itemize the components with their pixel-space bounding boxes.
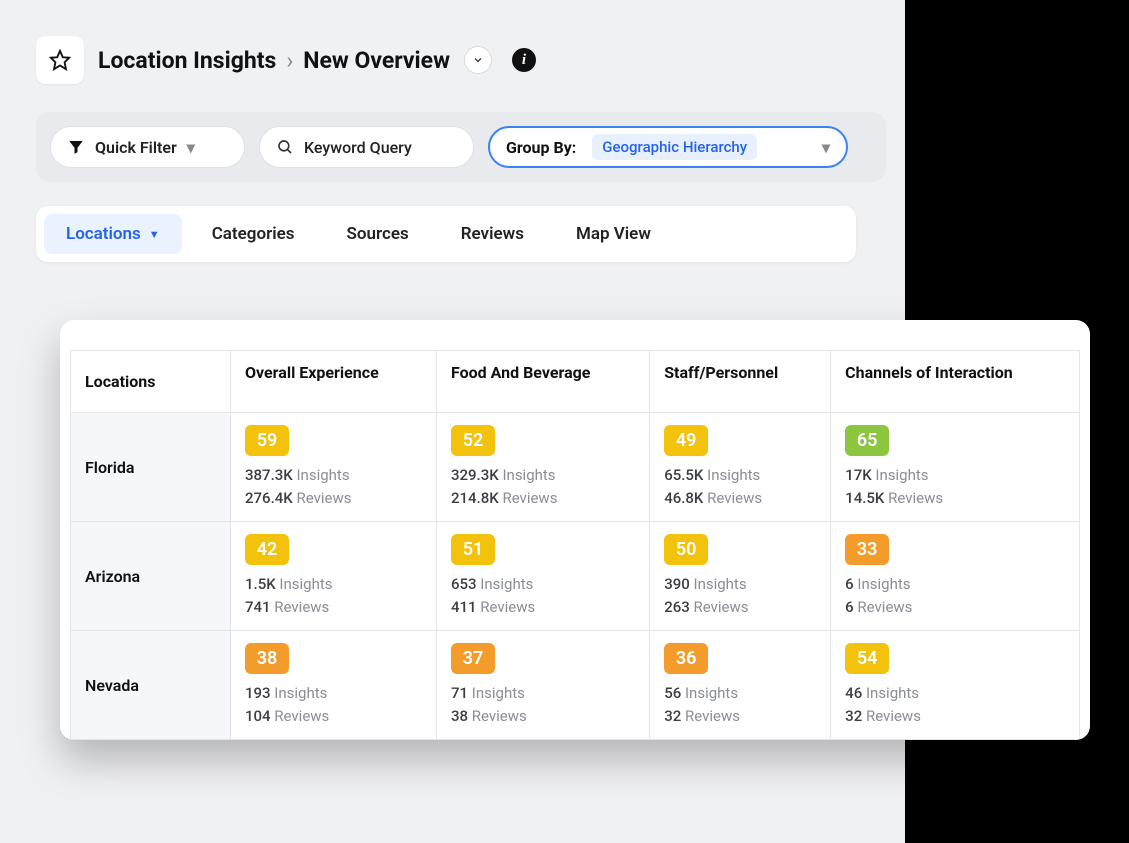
column-header[interactable]: Food And Beverage	[436, 351, 649, 413]
metric-sub: 390 Insights263 Reviews	[664, 573, 816, 618]
metric-cell[interactable]: 59 387.3K Insights276.4K Reviews	[231, 413, 437, 522]
group-by-value: Geographic Hierarchy	[592, 134, 757, 160]
score-badge: 38	[245, 643, 289, 674]
tab-locations[interactable]: Locations ▼	[44, 214, 182, 254]
caret-down-icon: ▾	[187, 138, 195, 157]
insights-table: LocationsOverall ExperienceFood And Beve…	[70, 350, 1080, 740]
tab-categories[interactable]: Categories	[190, 214, 317, 254]
metric-sub: 65.5K Insights46.8K Reviews	[664, 464, 816, 509]
metric-sub: 6 Insights6 Reviews	[845, 573, 1065, 618]
chevron-down-icon	[472, 54, 484, 66]
metric-cell[interactable]: 49 65.5K Insights46.8K Reviews	[650, 413, 831, 522]
score-badge: 59	[245, 425, 289, 456]
tab-label: Reviews	[461, 224, 524, 244]
tab-sources[interactable]: Sources	[325, 214, 431, 254]
score-badge: 42	[245, 534, 289, 565]
score-badge: 52	[451, 425, 495, 456]
metric-cell[interactable]: 42 1.5K Insights741 Reviews	[231, 522, 437, 631]
score-badge: 65	[845, 425, 889, 456]
funnel-icon	[67, 138, 85, 156]
tab-label: Locations	[66, 224, 141, 244]
score-badge: 49	[664, 425, 708, 456]
score-badge: 50	[664, 534, 708, 565]
quick-filter-button[interactable]: Quick Filter ▾	[50, 126, 245, 168]
column-header-locations: Locations	[71, 351, 231, 413]
info-icon[interactable]: i	[512, 48, 536, 72]
keyword-search[interactable]: Keyword Query	[259, 126, 474, 168]
tab-reviews[interactable]: Reviews	[439, 214, 546, 254]
metric-cell[interactable]: 65 17K Insights14.5K Reviews	[831, 413, 1080, 522]
score-badge: 37	[451, 643, 495, 674]
metric-cell[interactable]: 54 46 Insights32 Reviews	[831, 631, 1080, 740]
column-header[interactable]: Channels of Interaction	[831, 351, 1080, 413]
tabs-bar: Locations ▼ Categories Sources Reviews Map Vi…	[36, 206, 856, 262]
metric-cell[interactable]: 50 390 Insights263 Reviews	[650, 522, 831, 631]
tab-map-view[interactable]: Map View	[554, 214, 673, 254]
caret-down-icon: ▼	[149, 228, 160, 241]
score-badge: 33	[845, 534, 889, 565]
metric-sub: 653 Insights411 Reviews	[451, 573, 635, 618]
metric-sub: 56 Insights32 Reviews	[664, 682, 816, 727]
metric-sub: 387.3K Insights276.4K Reviews	[245, 464, 422, 509]
score-badge: 36	[664, 643, 708, 674]
keyword-placeholder: Keyword Query	[304, 138, 412, 157]
metric-cell[interactable]: 51 653 Insights411 Reviews	[436, 522, 649, 631]
column-header[interactable]: Staff/Personnel	[650, 351, 831, 413]
metric-sub: 17K Insights14.5K Reviews	[845, 464, 1065, 509]
tab-label: Categories	[212, 224, 295, 244]
search-icon	[276, 138, 294, 156]
quick-filter-label: Quick Filter	[95, 138, 177, 157]
table-row: Arizona 42 1.5K Insights741 Reviews 51 653 I…	[71, 522, 1080, 631]
location-cell[interactable]: Nevada	[71, 631, 231, 740]
chevron-right-icon: ›	[286, 47, 293, 74]
metric-sub: 71 Insights38 Reviews	[451, 682, 635, 727]
filter-bar: Quick Filter ▾ Keyword Query Group By: G…	[36, 112, 886, 182]
location-cell[interactable]: Arizona	[71, 522, 231, 631]
metric-cell[interactable]: 52 329.3K Insights214.8K Reviews	[436, 413, 649, 522]
favorite-button[interactable]	[36, 36, 84, 84]
data-card: LocationsOverall ExperienceFood And Beve…	[60, 320, 1090, 740]
metric-cell[interactable]: 36 56 Insights32 Reviews	[650, 631, 831, 740]
table-row: Florida 59 387.3K Insights276.4K Reviews 52…	[71, 413, 1080, 522]
metric-cell[interactable]: 37 71 Insights38 Reviews	[436, 631, 649, 740]
group-by-label: Group By:	[506, 138, 576, 157]
tab-label: Sources	[347, 224, 409, 244]
score-badge: 54	[845, 643, 889, 674]
metric-cell[interactable]: 33 6 Insights6 Reviews	[831, 522, 1080, 631]
metric-sub: 46 Insights32 Reviews	[845, 682, 1065, 727]
top-area: Location Insights › New Overview i Quick…	[0, 0, 905, 262]
column-header[interactable]: Overall Experience	[231, 351, 437, 413]
breadcrumb-root[interactable]: Location Insights	[98, 47, 276, 74]
group-by-select[interactable]: Group By: Geographic Hierarchy ▾	[488, 126, 848, 168]
breadcrumb-row: Location Insights › New Overview i	[36, 36, 869, 84]
table-row: Nevada 38 193 Insights104 Reviews 37 71 Insi…	[71, 631, 1080, 740]
caret-down-icon: ▾	[822, 138, 830, 157]
star-icon	[49, 49, 71, 71]
breadcrumb-current[interactable]: New Overview	[303, 47, 450, 74]
metric-sub: 329.3K Insights214.8K Reviews	[451, 464, 635, 509]
location-cell[interactable]: Florida	[71, 413, 231, 522]
metric-sub: 193 Insights104 Reviews	[245, 682, 422, 727]
metric-sub: 1.5K Insights741 Reviews	[245, 573, 422, 618]
breadcrumb: Location Insights › New Overview i	[98, 46, 536, 74]
breadcrumb-dropdown[interactable]	[464, 46, 492, 74]
tab-label: Map View	[576, 224, 651, 244]
score-badge: 51	[451, 534, 495, 565]
metric-cell[interactable]: 38 193 Insights104 Reviews	[231, 631, 437, 740]
